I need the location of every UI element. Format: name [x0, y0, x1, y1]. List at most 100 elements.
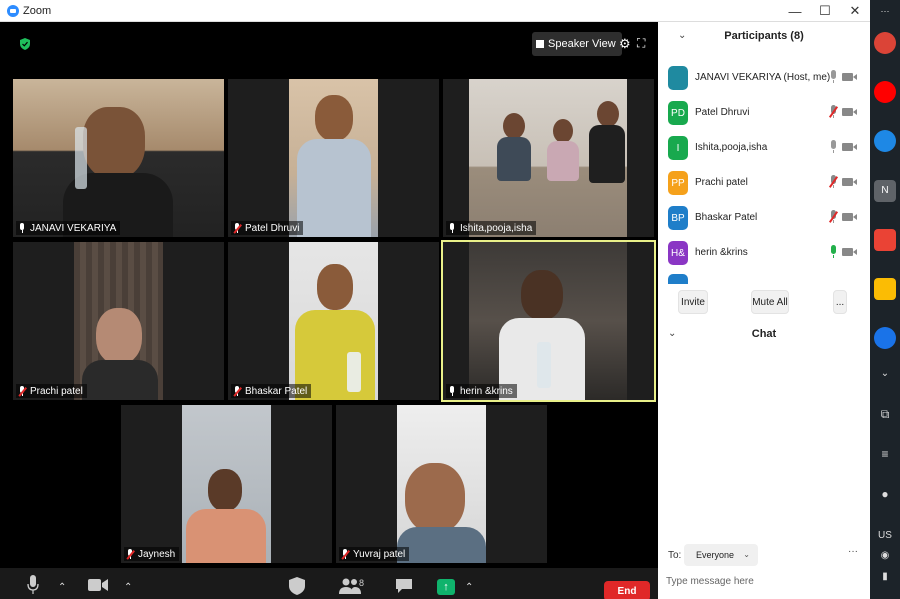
talking-mic-icon[interactable] — [829, 245, 837, 259]
gear-icon[interactable]: ⚙ — [619, 36, 631, 52]
muted-mic-icon[interactable] — [828, 175, 839, 189]
video-feed — [289, 79, 378, 237]
participant-row[interactable]: I Ishita,pooja,isha — [658, 134, 870, 162]
video-tile[interactable]: Ishita,pooja,isha — [443, 79, 654, 237]
expand-chevron-icon[interactable]: ⌄ — [870, 368, 900, 379]
window-title: Zoom — [23, 4, 52, 17]
participant-row-name: Ishita,pooja,isha — [695, 142, 768, 153]
mic-icon — [448, 222, 456, 234]
close-button[interactable]: ✕ — [840, 0, 870, 22]
participants-count: 8 — [359, 578, 365, 588]
participant-row[interactable]: BP Bhaskar Patel — [658, 204, 870, 232]
share-screen-button[interactable]: ↑ — [437, 579, 455, 595]
participant-name: Bhaskar Patel — [245, 385, 308, 397]
minimize-button[interactable]: — — [780, 0, 810, 22]
more-options-button[interactable]: ... — [833, 290, 847, 314]
mic-icon[interactable] — [829, 140, 837, 154]
notion-icon[interactable]: N — [874, 180, 896, 202]
google-drive-icon[interactable] — [874, 278, 896, 300]
end-meeting-button[interactable]: End — [604, 581, 650, 599]
system-taskbar: ⋯ N ⌄ ⧉ ≡ ● US ◉ ▮ — [870, 0, 900, 599]
mic-icon[interactable] — [829, 70, 837, 84]
muted-mic-icon — [126, 548, 135, 560]
audio-options-chevron-icon[interactable]: ⌃ — [58, 582, 66, 593]
video-options-chevron-icon[interactable]: ⌃ — [124, 582, 132, 593]
video-tile[interactable]: Patel Dhruvi — [228, 79, 439, 237]
mute-all-button[interactable]: Mute All — [751, 290, 789, 314]
tile-name-label: JANAVI VEKARIYA — [16, 221, 121, 235]
security-shield-icon[interactable] — [20, 38, 30, 50]
participant-row-name: JANAVI VEKARIYA (Host, me) — [695, 72, 831, 83]
avatar — [668, 66, 688, 90]
files-icon[interactable] — [874, 130, 896, 152]
video-feed — [469, 79, 627, 237]
avatar: I — [668, 136, 688, 160]
participant-row[interactable]: PP Prachi patel — [658, 169, 870, 197]
video-gallery: Speaker View ⚙ ⛶ JANAVI VEKARIYA Patel D… — [0, 22, 658, 599]
security-icon[interactable] — [289, 577, 305, 595]
avatar: H& — [668, 241, 688, 265]
playlist-icon[interactable]: ≡ — [870, 447, 900, 461]
speaker-view-button[interactable]: Speaker View — [532, 32, 622, 56]
video-camera-icon[interactable] — [88, 578, 108, 592]
video-camera-icon[interactable] — [842, 178, 857, 186]
participant-row-name: Patel Dhruvi — [695, 107, 750, 118]
video-camera-icon[interactable] — [842, 143, 857, 151]
wifi-icon[interactable]: ◉ — [870, 550, 900, 561]
avatar: PP — [668, 171, 688, 195]
clipboard-icon[interactable]: ⧉ — [870, 407, 900, 422]
chat-recipient-select[interactable]: Everyone ⌄ — [684, 544, 758, 566]
participant-row[interactable]: PD Patel Dhruvi — [658, 99, 870, 127]
participants-icon[interactable] — [339, 578, 361, 594]
speaker-view-label: Speaker View — [548, 38, 616, 50]
tile-name-label: Bhaskar Patel — [231, 384, 312, 398]
participant-row[interactable]: H& herin &krins — [658, 239, 870, 267]
maximize-button[interactable]: ☐ — [810, 0, 840, 22]
muted-mic-icon[interactable] — [828, 105, 839, 119]
video-tile[interactable]: Yuvraj patel — [336, 405, 547, 563]
gmail-icon[interactable] — [874, 229, 896, 251]
grid-icon — [536, 40, 544, 48]
zoom-app-icon[interactable] — [874, 327, 896, 349]
account-icon[interactable]: ● — [870, 487, 900, 501]
fullscreen-icon[interactable]: ⛶ — [637, 36, 645, 51]
chrome-icon[interactable] — [874, 32, 896, 54]
keyboard-language[interactable]: US — [870, 530, 900, 541]
overflow-dots-icon[interactable]: ⋯ — [870, 6, 900, 17]
video-camera-icon[interactable] — [842, 248, 857, 256]
participants-list: JANAVI VEKARIYA (Host, me) PD Patel Dhru… — [658, 64, 870, 286]
video-camera-icon[interactable] — [842, 213, 857, 221]
participant-name: Ishita,pooja,isha — [460, 222, 533, 234]
microphone-icon[interactable] — [27, 575, 39, 595]
video-tile[interactable]: Prachi patel — [13, 242, 224, 400]
chat-message-input[interactable] — [666, 572, 862, 590]
video-camera-icon[interactable] — [842, 73, 857, 81]
invite-button[interactable]: Invite — [678, 290, 708, 314]
chat-bubble-icon[interactable] — [395, 578, 413, 594]
side-panel: ⌄ Participants (8) JANAVI VEKARIYA (Host… — [658, 22, 870, 599]
zoom-logo-icon — [7, 4, 19, 17]
video-camera-icon[interactable] — [842, 108, 857, 116]
video-tile-active[interactable]: herin &krins — [441, 240, 656, 402]
mic-icon — [18, 222, 26, 234]
battery-icon[interactable]: ▮ — [870, 571, 900, 582]
participant-name: Patel Dhruvi — [245, 222, 300, 234]
share-options-chevron-icon[interactable]: ⌃ — [465, 582, 473, 593]
muted-mic-icon — [233, 385, 242, 397]
chat-more-button[interactable]: ··· — [848, 546, 858, 557]
participant-row[interactable]: JANAVI VEKARIYA (Host, me) — [658, 64, 870, 92]
video-feed — [397, 405, 486, 563]
video-tile[interactable]: JANAVI VEKARIYA — [13, 79, 224, 237]
mic-icon — [448, 385, 456, 397]
participant-name: Yuvraj patel — [353, 548, 406, 560]
tile-name-label: Yuvraj patel — [339, 547, 410, 561]
tile-name-label: herin &krins — [446, 384, 517, 398]
video-tile[interactable]: Bhaskar Patel — [228, 242, 439, 400]
chevron-down-icon: ⌄ — [743, 550, 750, 559]
muted-mic-icon — [18, 385, 27, 397]
tile-name-label: Jaynesh — [124, 547, 180, 561]
youtube-icon[interactable] — [874, 81, 896, 103]
window-title-bar: Zoom — ☐ ✕ — [0, 0, 870, 22]
video-tile[interactable]: Jaynesh — [121, 405, 332, 563]
muted-mic-icon[interactable] — [828, 210, 839, 224]
